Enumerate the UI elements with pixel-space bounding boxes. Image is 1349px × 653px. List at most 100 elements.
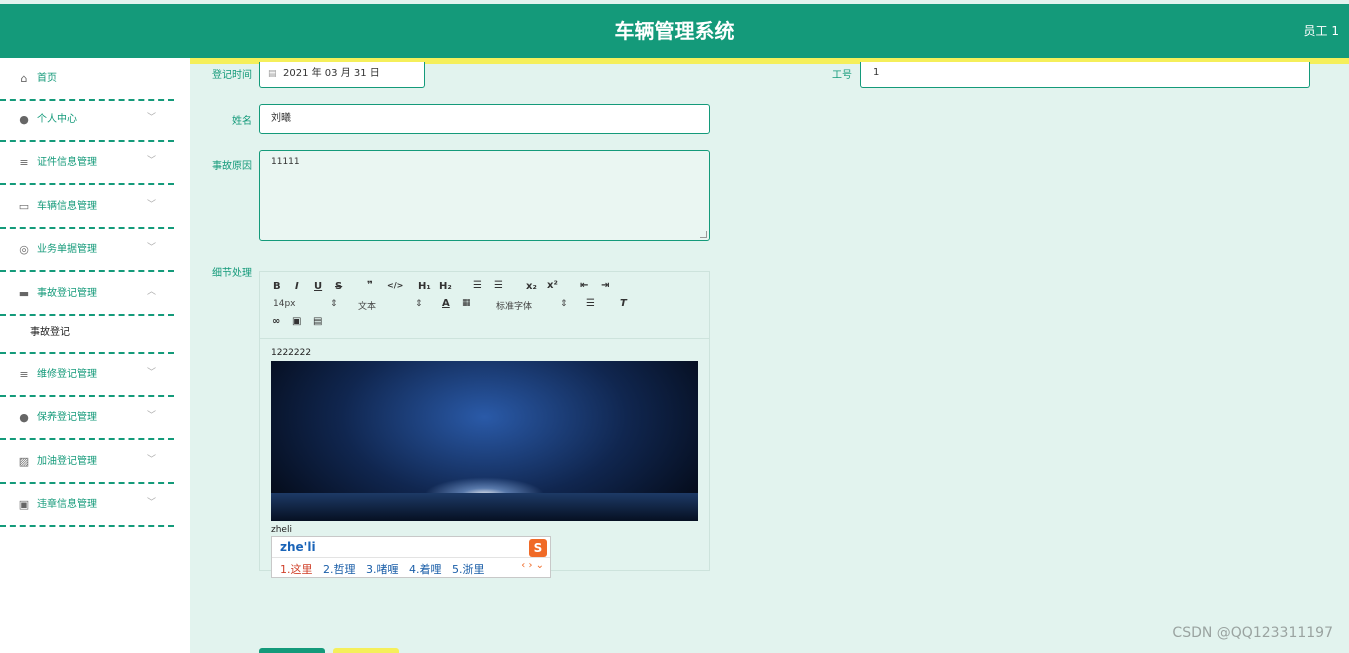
align-icon[interactable]: ☰: [586, 298, 595, 309]
compass-icon: ◎: [19, 243, 29, 256]
outdent-icon[interactable]: ⇤: [580, 280, 588, 291]
chevron-down-icon: ﹀: [147, 113, 157, 123]
message-icon: ▭: [18, 200, 30, 213]
editor-typed-text: zheli: [271, 525, 292, 535]
list-icon: ≡: [19, 156, 29, 169]
chevron-down-icon: ﹀: [147, 411, 157, 421]
sidebar-item-label: 维修登记管理: [37, 369, 97, 380]
reason-textarea[interactable]: 11111: [259, 150, 710, 241]
sidebar-item-label: 证件信息管理: [37, 157, 97, 168]
strike-icon[interactable]: S: [335, 281, 342, 292]
app-title: 车辆管理系统: [614, 19, 735, 43]
sidebar-item-violations[interactable]: ▣ 违章信息管理 ﹀: [0, 484, 174, 527]
chevron-down-icon: ﹀: [147, 368, 157, 378]
ime-candidate[interactable]: 3.啫喱: [366, 563, 399, 576]
code-icon[interactable]: </>: [387, 281, 403, 290]
user-icon: ●: [19, 411, 29, 424]
trash-icon: ▣: [18, 498, 30, 511]
sidebar-item-label: 保养登记管理: [37, 412, 97, 423]
sidebar-item-vehicles[interactable]: ▭ 车辆信息管理 ﹀: [0, 186, 174, 229]
user-icon: ●: [19, 113, 29, 126]
superscript-icon[interactable]: x²: [547, 280, 558, 291]
bullet-list-icon[interactable]: ☰: [494, 280, 503, 291]
sidebar-item-refueling[interactable]: ▨ 加油登记管理 ﹀: [0, 441, 174, 484]
text-style-select[interactable]: 文本: [358, 299, 376, 312]
chevron-down-icon: ﹀: [147, 156, 157, 166]
current-user[interactable]: 员工 1: [1304, 4, 1339, 58]
quote-icon[interactable]: ❞: [367, 280, 373, 291]
name-label: 姓名: [232, 116, 252, 127]
reason-value: 11111: [271, 157, 300, 167]
select-arrows-icon: ⇕: [330, 299, 338, 309]
date-label: 登记时间: [212, 70, 252, 81]
heading1-icon[interactable]: H₁: [418, 281, 431, 292]
sogou-logo-icon: S: [529, 539, 547, 557]
chevron-down-icon: ﹀: [147, 200, 157, 210]
editor-content-line: 1222222: [271, 348, 312, 358]
ime-composition: zhe'li: [280, 540, 316, 554]
select-arrows-icon: ⇕: [415, 299, 423, 309]
chart-icon: ▨: [18, 455, 30, 468]
cancel-button[interactable]: [333, 648, 399, 653]
heading2-icon[interactable]: H₂: [439, 281, 452, 292]
image-floor: [271, 493, 698, 521]
sidebar-item-label: 车辆信息管理: [37, 201, 97, 212]
ime-divider: [272, 557, 550, 558]
bold-icon[interactable]: B: [273, 281, 281, 292]
sidebar-item-accidents[interactable]: ▬ 事故登记管理 ︿: [0, 273, 174, 316]
indent-icon[interactable]: ⇥: [601, 280, 609, 291]
editor-toolbar: B I U S ❞ </> H₁ H₂ ☰ ☰ x₂ x² ⇤ ⇥ 14px ⇕…: [260, 272, 709, 339]
sidebar-item-label: 违章信息管理: [37, 499, 97, 510]
detail-label: 细节处理: [212, 268, 252, 279]
subscript-icon[interactable]: x₂: [526, 281, 537, 292]
font-size-select[interactable]: 14px: [273, 299, 296, 309]
ime-page-nav-icon[interactable]: ‹ › ⌄: [521, 560, 544, 571]
list-icon: ≡: [19, 368, 29, 381]
date-field[interactable]: ▤ 2021 年 03 月 31 日: [259, 62, 425, 88]
sidebar-item-home[interactable]: ⌂ 首页: [0, 58, 174, 101]
home-icon: ⌂: [20, 72, 28, 85]
rich-text-editor[interactable]: B I U S ❞ </> H₁ H₂ ☰ ☰ x₂ x² ⇤ ⇥ 14px ⇕…: [259, 271, 710, 571]
chevron-down-icon: ﹀: [147, 243, 157, 253]
chevron-up-icon: ︿: [147, 287, 157, 297]
sidebar-item-label: 业务单据管理: [37, 244, 97, 255]
job-no-field[interactable]: 1: [860, 62, 1310, 88]
name-value: 刘曦: [271, 113, 291, 124]
date-value: 2021 年 03 月 31 日: [283, 68, 380, 79]
ordered-list-icon[interactable]: ☰: [473, 280, 482, 291]
ime-candidate[interactable]: 5.浙里: [452, 563, 485, 576]
sidebar-item-label: 事故登记管理: [37, 288, 97, 299]
watermark: CSDN @QQ123311197: [1172, 625, 1333, 641]
sidebar-item-maintenance[interactable]: ● 保养登记管理 ﹀: [0, 397, 174, 440]
sidebar-item-certificates[interactable]: ≡ 证件信息管理 ﹀: [0, 142, 174, 185]
job-no-label: 工号: [832, 70, 852, 81]
select-arrows-icon: ⇕: [560, 299, 568, 309]
chevron-down-icon: ﹀: [147, 498, 157, 508]
sidebar-item-repairs[interactable]: ≡ 维修登记管理 ﹀: [0, 354, 174, 397]
font-family-select[interactable]: 标准字体: [496, 299, 532, 312]
image-icon[interactable]: ▣: [292, 316, 301, 327]
sidebar-subitem-accident-register[interactable]: 事故登记: [0, 314, 174, 354]
name-field[interactable]: 刘曦: [259, 104, 710, 134]
clear-format-icon[interactable]: T: [620, 298, 627, 309]
resize-handle[interactable]: [700, 231, 707, 238]
ime-candidates: 1.这里 2.哲理 3.啫喱 4.着哩 5.浙里: [280, 561, 492, 577]
ime-candidate[interactable]: 1.这里: [280, 563, 313, 576]
italic-icon[interactable]: I: [295, 281, 299, 292]
top-header: 车辆管理系统 员工 1: [0, 4, 1349, 58]
embedded-image: [271, 361, 698, 521]
sidebar-item-personal-center[interactable]: ● 个人中心 ﹀: [0, 99, 174, 142]
video-icon[interactable]: ▤: [313, 316, 322, 327]
chevron-down-icon: ﹀: [147, 455, 157, 465]
ime-candidate[interactable]: 4.着哩: [409, 563, 442, 576]
submit-button[interactable]: [259, 648, 325, 653]
link-icon[interactable]: ∞: [272, 316, 280, 327]
job-no-value: 1: [873, 67, 880, 78]
ime-candidate[interactable]: 2.哲理: [323, 563, 356, 576]
background-color-icon[interactable]: ▦: [462, 298, 471, 308]
sidebar-item-business-docs[interactable]: ◎ 业务单据管理 ﹀: [0, 229, 174, 272]
font-color-icon[interactable]: A: [442, 298, 450, 309]
chat-icon: ▬: [18, 287, 30, 300]
underline-icon[interactable]: U: [314, 281, 322, 292]
reason-label: 事故原因: [212, 161, 252, 172]
